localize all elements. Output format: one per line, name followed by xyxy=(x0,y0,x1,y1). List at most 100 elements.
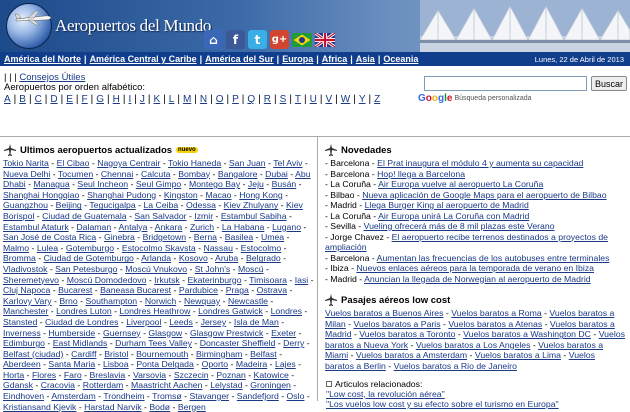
airport-link[interactable]: Cluj Napoca xyxy=(3,285,50,295)
airport-link[interactable]: Odessa xyxy=(186,200,216,210)
news-link[interactable]: Aumentan las frecuencias de los autobuse… xyxy=(377,253,610,263)
news-link[interactable]: Air Europa unirá La Coruña con Madrid xyxy=(378,211,529,221)
lowcost-link[interactable]: Vuelos baratos a Toronto xyxy=(359,329,455,339)
airport-link[interactable]: Nueva Delhi xyxy=(3,169,50,179)
airport-link[interactable]: Lisboa xyxy=(103,359,129,369)
airport-link[interactable]: Inverness xyxy=(3,328,41,338)
airport-link[interactable]: Tegucigalpa xyxy=(89,200,135,210)
airport-link[interactable]: Jeju xyxy=(248,179,264,189)
airport-link[interactable]: Arlanda xyxy=(141,253,171,263)
airport-link[interactable]: Sheremetyevo xyxy=(3,275,59,285)
alphabet-letter-a[interactable]: A xyxy=(4,94,11,105)
lowcost-link[interactable]: Vuelos baratos a Buenos Aires xyxy=(325,308,443,318)
lowcost-link[interactable]: Vuelos baratos a Roma xyxy=(451,308,541,318)
airport-link[interactable]: San José de Costa Rica xyxy=(3,232,96,242)
news-link[interactable]: Llega Burger King al aeropuerto de Madri… xyxy=(365,200,529,210)
airport-link[interactable]: Kiev Zhulyany xyxy=(224,200,279,210)
search-button[interactable]: Buscar xyxy=(591,76,627,91)
airport-link[interactable]: El Cibao xyxy=(57,158,90,168)
airport-link[interactable]: Edimburgo xyxy=(3,338,45,348)
nav-america-del-norte[interactable]: América del Norte xyxy=(4,54,81,64)
airport-link[interactable]: Doncaster Sheffield xyxy=(200,338,276,348)
airport-link[interactable]: Santa Maria xyxy=(48,359,95,369)
airport-link[interactable]: Baneasa Bucarest xyxy=(100,285,171,295)
airport-link[interactable]: Dalaman xyxy=(76,222,111,232)
alphabet-letter-w[interactable]: W xyxy=(341,94,350,105)
airport-link[interactable]: Lelystad xyxy=(210,380,242,390)
airport-link[interactable]: Busán xyxy=(272,179,297,189)
uk-flag-icon[interactable] xyxy=(315,33,335,47)
brazil-flag-icon[interactable] xyxy=(292,33,312,47)
news-link[interactable]: Nueva aplicación de Google Maps para el … xyxy=(362,190,606,200)
airport-link[interactable]: Birmingham xyxy=(196,349,242,359)
news-link[interactable]: Nuevos enlaces aéreos para la temporada … xyxy=(356,263,594,273)
alphabet-letter-z[interactable]: Z xyxy=(374,94,380,105)
airport-link[interactable]: Timisoara xyxy=(249,275,287,285)
airport-link[interactable]: Praga xyxy=(226,285,249,295)
airport-link[interactable]: Trondheim xyxy=(103,391,144,401)
nav-europa[interactable]: Europa xyxy=(282,54,313,64)
airport-link[interactable]: Macao xyxy=(205,190,231,200)
airport-link[interactable]: Guernsey xyxy=(103,328,141,338)
airport-link[interactable]: Cardiff xyxy=(71,349,96,359)
airport-link[interactable]: Aberdeen xyxy=(3,359,41,369)
airport-link[interactable]: Montego Bay xyxy=(189,179,240,189)
news-link[interactable]: Anuncian la llegada de Norwegian al aero… xyxy=(364,274,591,284)
airport-link[interactable]: Bromma xyxy=(3,253,36,263)
airport-link[interactable]: Tromsø xyxy=(152,391,182,401)
airport-link[interactable]: Varsovia xyxy=(133,370,166,380)
alphabet-letter-e[interactable]: E xyxy=(66,94,73,105)
airport-link[interactable]: Bombay xyxy=(178,169,210,179)
airport-link[interactable]: Bridgetown xyxy=(143,232,186,242)
airport-link[interactable]: St John's xyxy=(195,264,230,274)
airport-link[interactable]: Gdansk xyxy=(3,380,33,390)
airport-link[interactable]: Durham Tees Valley xyxy=(115,338,192,348)
airport-link[interactable]: Irkutsk xyxy=(154,275,180,285)
airport-link[interactable]: Nagoya Centrair xyxy=(97,158,160,168)
airport-link[interactable]: Ekaterinburgo xyxy=(188,275,242,285)
airport-link[interactable]: Seul Incheon xyxy=(77,179,128,189)
airport-link[interactable]: Southampton xyxy=(85,296,137,306)
nav-oceania[interactable]: Oceania xyxy=(383,54,418,64)
airport-link[interactable]: San Petesburgo xyxy=(55,264,117,274)
airport-link[interactable]: Szczecin xyxy=(174,370,209,380)
airport-link[interactable]: Bucarest xyxy=(58,285,92,295)
airport-link[interactable]: Estocolmo Skavsta xyxy=(122,243,196,253)
airport-link[interactable]: Malmo xyxy=(3,243,29,253)
airport-link[interactable]: Vladivostok xyxy=(3,264,47,274)
airport-link[interactable]: Manchester xyxy=(3,306,48,316)
airport-link[interactable]: Madeira xyxy=(236,359,267,369)
airport-link[interactable]: San Salvador xyxy=(134,211,186,221)
airport-link[interactable]: Pardubice xyxy=(179,285,218,295)
airport-link[interactable]: Zurich xyxy=(190,222,214,232)
airport-link[interactable]: Londres Luton xyxy=(56,306,112,316)
airport-link[interactable]: Basilea xyxy=(225,232,254,242)
article-link[interactable]: "Low cost, la revolución aérea" xyxy=(326,389,630,400)
airport-link[interactable]: Kingston xyxy=(164,190,198,200)
airport-link[interactable]: Shanghai Hongqiao xyxy=(3,190,79,200)
alphabet-letter-c[interactable]: C xyxy=(35,94,42,105)
lowcost-link[interactable]: Vuelos baratos a Lima xyxy=(475,350,561,360)
airport-link[interactable]: Gotemburgo xyxy=(66,243,114,253)
airport-link[interactable]: Isla de Man xyxy=(234,317,279,327)
airport-link[interactable]: Glasgow xyxy=(148,328,182,338)
news-link[interactable]: El Prat inaugura el módulo 4 y aumenta s… xyxy=(377,158,583,168)
airport-link[interactable]: Cracovia xyxy=(41,380,75,390)
alphabet-letter-r[interactable]: R xyxy=(264,94,271,105)
facebook-icon[interactable]: f xyxy=(226,30,245,49)
airport-link[interactable]: Tokio Narita xyxy=(3,158,49,168)
site-title[interactable]: Aeropuertos del Mundo xyxy=(55,16,211,36)
airport-link[interactable]: Stavanger xyxy=(189,391,229,401)
nav-america-central-caribe[interactable]: América Central y Caribe xyxy=(90,54,197,64)
news-link[interactable]: Vueling ofrecerá más de 8 mil plazas est… xyxy=(364,221,555,231)
airport-link[interactable]: Iasi xyxy=(295,275,309,285)
airport-link[interactable]: Norwich xyxy=(145,296,176,306)
airport-link[interactable]: Exeter xyxy=(271,328,296,338)
airport-link[interactable]: Flores xyxy=(32,370,56,380)
airport-link[interactable]: Ciudad de Londres xyxy=(45,317,118,327)
nav-asia[interactable]: Asia xyxy=(356,54,375,64)
airport-link[interactable]: Shanghai Pudong xyxy=(87,190,156,200)
airport-link[interactable]: Amsterdam xyxy=(51,391,95,401)
airport-link[interactable]: Harstad Narvik xyxy=(84,402,141,412)
airport-link[interactable]: Bangalore xyxy=(218,169,258,179)
